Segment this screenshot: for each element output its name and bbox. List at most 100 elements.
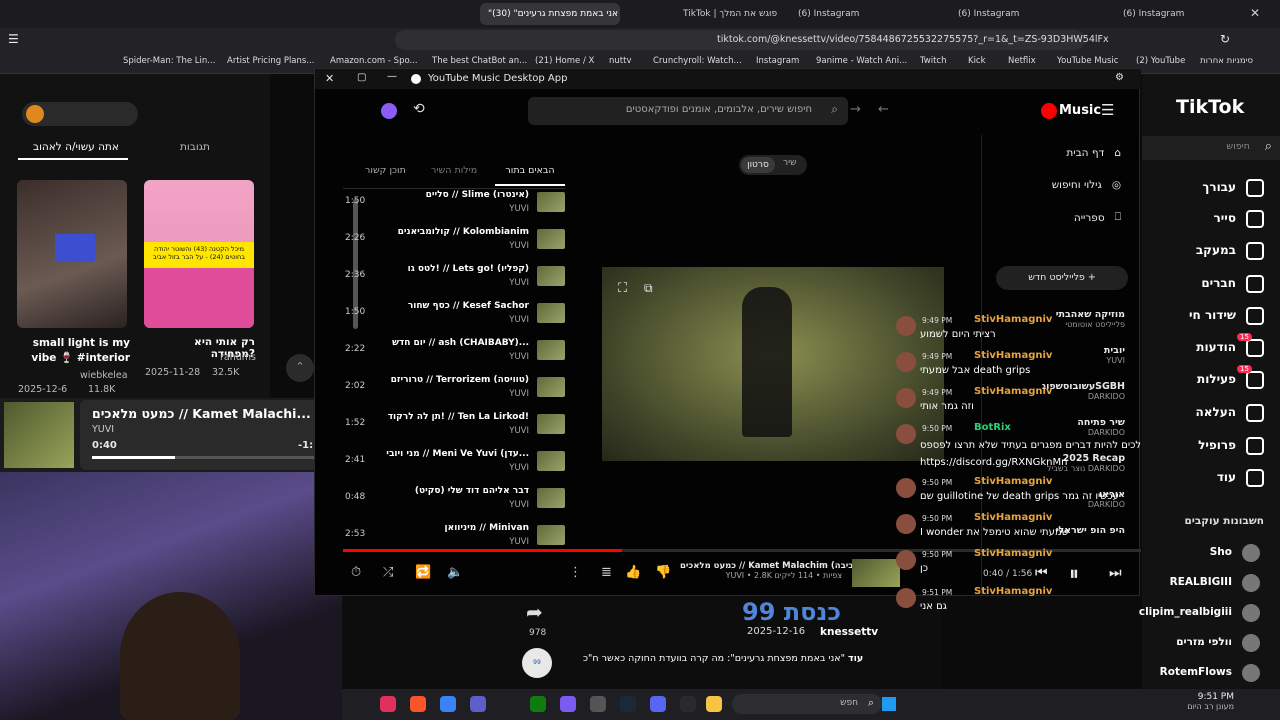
tiktok-search[interactable]: חיפוש ⌕ xyxy=(1142,136,1280,160)
video-thumbnail[interactable] xyxy=(17,180,127,328)
tiktok-nav-item[interactable]: הודעות xyxy=(1196,340,1236,354)
tab-lyrics[interactable]: מילות השיר xyxy=(431,165,477,176)
queue-item[interactable]: מיניוואן // Minivan YUVI 2:53 xyxy=(345,521,565,553)
queue-item[interactable]: טרוריזם // Terrorizem (טוויסה) YUVI 2:02 xyxy=(345,373,565,405)
user-avatar[interactable] xyxy=(381,103,397,119)
add-to-queue-icon[interactable]: ≣ xyxy=(601,565,612,580)
xbox-icon[interactable] xyxy=(530,696,546,712)
card-author[interactable]: rahums xyxy=(220,352,256,363)
bookmark-item[interactable]: Twitch xyxy=(920,56,947,66)
brave-icon[interactable] xyxy=(410,696,426,712)
queue-item[interactable]: תן לה לרקוד! // Ten La Lirkod! YUVI 1:52 xyxy=(345,410,565,442)
bookmark-item[interactable]: Instagram xyxy=(756,56,799,66)
more-icon[interactable]: ⋮ xyxy=(569,565,582,580)
queue-item[interactable]: סליים // Slime (אינטרו) YUVI 1:50 xyxy=(345,188,565,220)
hamburger-icon[interactable]: ☰ xyxy=(1101,101,1114,119)
avatar[interactable] xyxy=(26,105,44,123)
tiktok-nav-item[interactable]: עבורך xyxy=(1202,180,1236,194)
chat-username[interactable]: StivHamagniv xyxy=(974,512,1052,523)
tab-up-next[interactable]: הבאים בתור xyxy=(495,165,565,186)
bookmark-item[interactable]: nuttv xyxy=(609,56,631,66)
tab-comments[interactable]: תגובות xyxy=(180,141,210,153)
ytm-taskbar-icon[interactable] xyxy=(380,696,396,712)
mini-progress-track[interactable] xyxy=(92,456,328,459)
queue-item[interactable]: קולומביאנים // Kolombianim YUVI 2:26 xyxy=(345,225,565,257)
maximize-icon[interactable]: ▢ xyxy=(357,72,366,83)
bookmark-item[interactable]: Crunchyroll: Watch... xyxy=(653,56,742,66)
tiktok-logo[interactable]: TikTok xyxy=(1176,96,1244,118)
caption-more[interactable]: עוד xyxy=(848,653,863,664)
new-playlist-button[interactable]: פלייליסט חדש + xyxy=(996,266,1128,290)
tab-instagram-3[interactable]: (6) Instagram xyxy=(1115,3,1235,25)
video-thumbnail[interactable]: מיכל הקטנה (43) והשוטר יהודה בחוטים (24)… xyxy=(144,180,254,328)
bookmark-item[interactable]: Spider-Man: The Lin... xyxy=(123,56,215,66)
chat-username[interactable]: StivHamagniv xyxy=(974,350,1052,361)
history-icon[interactable]: ⟲ xyxy=(413,101,425,117)
chat-username[interactable]: StivHamagniv xyxy=(974,476,1052,487)
close-icon[interactable]: ✕ xyxy=(325,72,334,85)
toggle-video[interactable]: סרטון xyxy=(741,157,775,173)
bookmark-item[interactable]: 9anime - Watch Ani... xyxy=(816,56,907,66)
fullscreen-icon[interactable]: ⛶ xyxy=(618,281,627,296)
tiktok-nav-item[interactable]: סייר xyxy=(1214,211,1236,225)
bookmark-item[interactable]: (2) YouTube xyxy=(1136,56,1185,66)
channel-avatar[interactable]: 99 xyxy=(522,648,552,678)
tab-tiktok[interactable]: TikTok | פוגש את המלך xyxy=(675,3,795,25)
queue-item[interactable]: לטס גו! // Lets go! (קפליו) YUVI 2:36 xyxy=(345,262,565,294)
discord-icon[interactable] xyxy=(650,696,666,712)
bookmark-item[interactable]: The best ChatBot an... xyxy=(432,56,527,66)
tiktok-nav-item[interactable]: במעקב xyxy=(1196,243,1236,257)
chat-username[interactable]: StivHamagniv xyxy=(974,586,1052,597)
tiktok-nav-item[interactable]: עוד xyxy=(1217,470,1236,484)
tab-knesset[interactable]: "אני באמת מפצחת גרעינים" (30) xyxy=(480,3,620,25)
minimize-icon[interactable]: — xyxy=(387,71,397,82)
back-arrow-icon[interactable]: ← xyxy=(878,102,889,117)
tiktok-nav-item[interactable]: חברים xyxy=(1201,276,1236,290)
scroll-up-button[interactable]: ⌃ xyxy=(286,354,314,382)
avatar[interactable] xyxy=(1242,664,1260,682)
reload-icon[interactable]: ↻ xyxy=(1220,32,1230,46)
repeat-icon[interactable]: 🔁 xyxy=(415,565,431,580)
following-account[interactable]: REALBIGIII xyxy=(1170,576,1232,588)
tiktok-nav-item[interactable]: שידור חי xyxy=(1189,308,1236,322)
chat-username[interactable]: StivHamagniv xyxy=(974,548,1052,559)
queue-item[interactable]: כסף שחור // Kesef Sachor YUVI 1:50 xyxy=(345,299,565,331)
taskbar-search[interactable]: חפש ⌕ xyxy=(732,694,882,714)
app-icon[interactable] xyxy=(440,696,456,712)
address-bar[interactable]: tiktok.com/@knessettv/video/758448672553… xyxy=(395,30,1109,50)
queue-item[interactable]: יום חדש // ash (CHAIBABY)... YUVI 2:22 xyxy=(345,336,565,368)
shuffle-icon[interactable]: ⤮ xyxy=(383,565,393,580)
chat-username[interactable]: StivHamagniv xyxy=(974,314,1052,325)
queue-item[interactable]: מני ויובי // Meni Ve Yuvi (עדן... YUVI 2:4… xyxy=(345,447,565,479)
nav-explore[interactable]: גילוי וחיפוש ◎ xyxy=(1052,179,1121,191)
tiktok-nav-item[interactable]: העלאה xyxy=(1196,405,1236,419)
tiktok-nav-item[interactable]: פעילות xyxy=(1197,372,1236,386)
miniplayer-icon[interactable]: ⧉ xyxy=(644,281,653,296)
tab-instagram-2[interactable]: (6) Instagram xyxy=(950,3,1070,25)
bookmark-item[interactable]: (21) Home / X xyxy=(535,56,594,66)
bookmark-item[interactable]: Artist Pricing Plans... xyxy=(227,56,314,66)
avatar[interactable] xyxy=(1242,544,1260,562)
epic-icon[interactable] xyxy=(680,696,696,712)
following-account[interactable]: clipim_realbigiii xyxy=(1139,606,1232,618)
folder-icon[interactable] xyxy=(706,696,722,712)
close-window-icon[interactable]: ✕ xyxy=(1250,6,1260,20)
volume-icon[interactable]: 🔈 xyxy=(447,565,463,580)
nav-home[interactable]: דף הבית ⌂ xyxy=(1066,147,1121,159)
app-icon[interactable] xyxy=(560,696,576,712)
share-icon[interactable]: ➦ xyxy=(526,600,543,624)
ytm-logo[interactable]: Music xyxy=(1059,103,1101,118)
bookmark-item[interactable]: סימניות אחרות xyxy=(1200,56,1253,66)
teams-icon[interactable] xyxy=(470,696,486,712)
menu-icon[interactable]: ☰ xyxy=(8,32,19,46)
settings-icon[interactable]: ⚙ xyxy=(1115,72,1124,83)
search-input[interactable]: חיפוש שירים, אלבומים, אומנים ופודקאסטים … xyxy=(528,97,848,125)
tab-you-may-like[interactable]: אתה עשוי/ה לאהוב xyxy=(33,141,119,153)
nav-library[interactable]: ספרייה ⎕ xyxy=(1074,211,1121,224)
avatar[interactable] xyxy=(1242,634,1260,652)
avatar[interactable] xyxy=(1242,604,1260,622)
steam-icon[interactable] xyxy=(620,696,636,712)
video-frame[interactable]: ⛶ ⧉ xyxy=(602,267,944,461)
bookmark-item[interactable]: Amazon.com - Spo... xyxy=(330,56,418,66)
following-account[interactable]: Sho xyxy=(1210,546,1232,558)
